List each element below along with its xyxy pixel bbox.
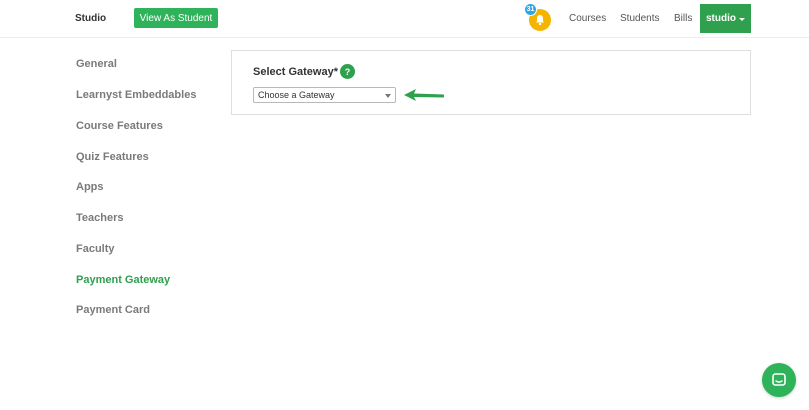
chat-icon[interactable] <box>762 363 796 397</box>
sidebar-item-quiz-features[interactable]: Quiz Features <box>76 151 149 163</box>
sidebar-item-payment-gateway[interactable]: Payment Gateway <box>76 274 170 286</box>
sidebar-item-general[interactable]: General <box>76 58 117 70</box>
user-menu-label: studio <box>706 13 736 24</box>
arrow-left-icon <box>404 89 444 101</box>
notification-badge: 31 <box>524 3 537 16</box>
sidebar-item-faculty[interactable]: Faculty <box>76 243 115 255</box>
gateway-select-value: Choose a Gateway <box>258 90 335 100</box>
chat-glyph <box>772 373 786 386</box>
nav-bills[interactable]: Bills <box>674 13 692 24</box>
chevron-down-icon <box>385 94 391 98</box>
payment-gateway-panel: Select Gateway* ? Choose a Gateway <box>231 50 751 115</box>
top-navbar: Studio View As Student 31 Courses Studen… <box>0 0 809 38</box>
sidebar-item-learnyst-embeddables[interactable]: Learnyst Embeddables <box>76 89 196 101</box>
question-icon[interactable]: ? <box>340 64 355 79</box>
user-menu-button[interactable]: studio <box>700 4 751 33</box>
view-as-student-button[interactable]: View As Student <box>134 8 218 28</box>
nav-students[interactable]: Students <box>620 13 659 24</box>
select-gateway-label: Select Gateway* <box>253 66 338 78</box>
sidebar-item-payment-card[interactable]: Payment Card <box>76 304 150 316</box>
bell-glyph <box>536 15 544 26</box>
nav-courses[interactable]: Courses <box>569 13 606 24</box>
brand-name[interactable]: Studio <box>75 13 106 24</box>
caret-down-icon <box>739 17 745 21</box>
sidebar-item-course-features[interactable]: Course Features <box>76 120 163 132</box>
notifications[interactable]: 31 <box>524 3 554 33</box>
sidebar-item-teachers[interactable]: Teachers <box>76 212 124 224</box>
sidebar-item-apps[interactable]: Apps <box>76 181 104 193</box>
gateway-select[interactable]: Choose a Gateway <box>253 87 396 103</box>
